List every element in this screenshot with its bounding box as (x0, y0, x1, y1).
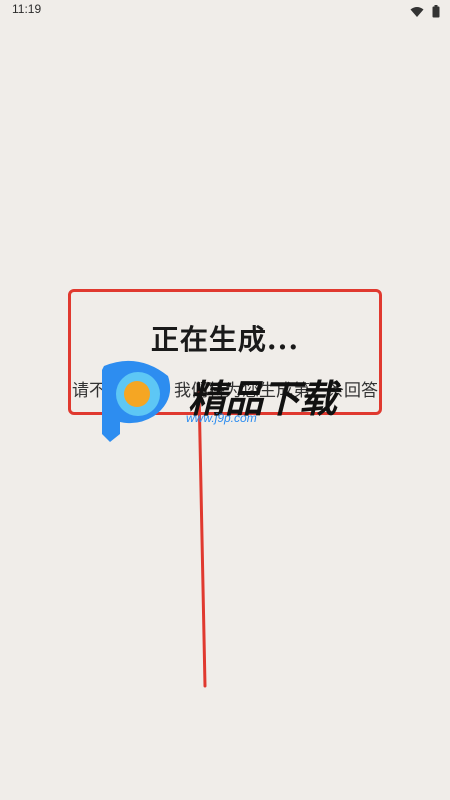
watermark-url: www.j9p.com (186, 411, 257, 425)
battery-icon (432, 3, 440, 22)
watermark-logo-icon (102, 360, 171, 442)
wifi-icon (410, 3, 424, 22)
status-time: 11:19 (12, 2, 42, 16)
status-bar: 11:19 (0, 0, 450, 22)
status-icons (410, 3, 440, 22)
watermark: 精品下载 www.j9p.com (98, 356, 358, 446)
